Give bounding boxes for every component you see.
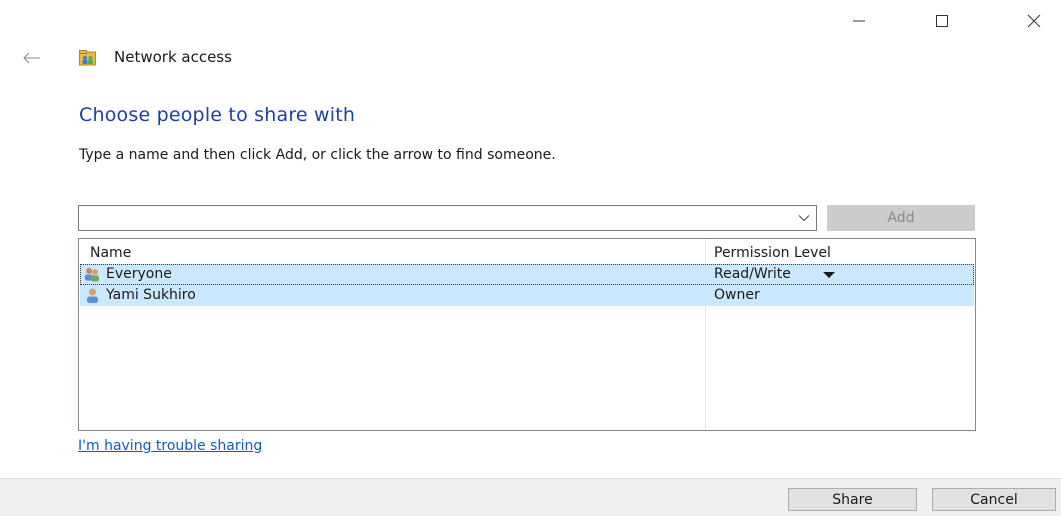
combo-dropdown-button[interactable] — [796, 211, 812, 225]
cancel-button[interactable]: Cancel — [932, 488, 1056, 511]
close-button[interactable] — [1011, 6, 1057, 36]
name-input[interactable] — [79, 206, 789, 230]
network-share-icon — [79, 50, 96, 66]
list-row-everyone[interactable]: Everyone Read/Write — [80, 264, 974, 285]
share-list[interactable]: Name Permission Level Everyone Read/Writ… — [78, 238, 976, 431]
back-arrow-icon — [23, 52, 40, 64]
column-header-name[interactable]: Name — [90, 245, 131, 261]
name-combo-box[interactable] — [78, 205, 817, 231]
chevron-down-icon — [798, 215, 810, 222]
permission-text: Owner — [714, 287, 760, 303]
minimize-icon — [853, 20, 865, 22]
permission-dropdown[interactable]: Read/Write — [714, 266, 791, 282]
close-icon — [1027, 14, 1041, 28]
back-button[interactable] — [20, 48, 44, 68]
network-access-window: Network access Choose people to share wi… — [0, 0, 1061, 516]
user-icon — [87, 288, 98, 303]
trouble-sharing-link[interactable]: I'm having trouble sharing — [78, 438, 262, 454]
list-header: Name Permission Level — [79, 239, 975, 263]
minimize-button[interactable] — [836, 6, 882, 36]
row-name: Everyone — [106, 266, 172, 282]
share-button[interactable]: Share — [788, 488, 917, 511]
caret-down-icon[interactable] — [822, 271, 836, 279]
group-icon — [85, 268, 99, 282]
page-heading: Choose people to share with — [79, 104, 356, 126]
column-header-permission[interactable]: Permission Level — [714, 245, 831, 261]
maximize-icon — [936, 15, 948, 27]
window-title: Network access — [114, 48, 232, 66]
instruction-text: Type a name and then click Add, or click… — [79, 147, 556, 163]
maximize-button[interactable] — [919, 6, 965, 36]
row-name: Yami Sukhiro — [106, 287, 196, 303]
dialog-footer: Share Cancel — [0, 478, 1061, 516]
list-row-owner[interactable]: Yami Sukhiro Owner — [80, 285, 974, 306]
add-button[interactable]: Add — [827, 205, 975, 231]
